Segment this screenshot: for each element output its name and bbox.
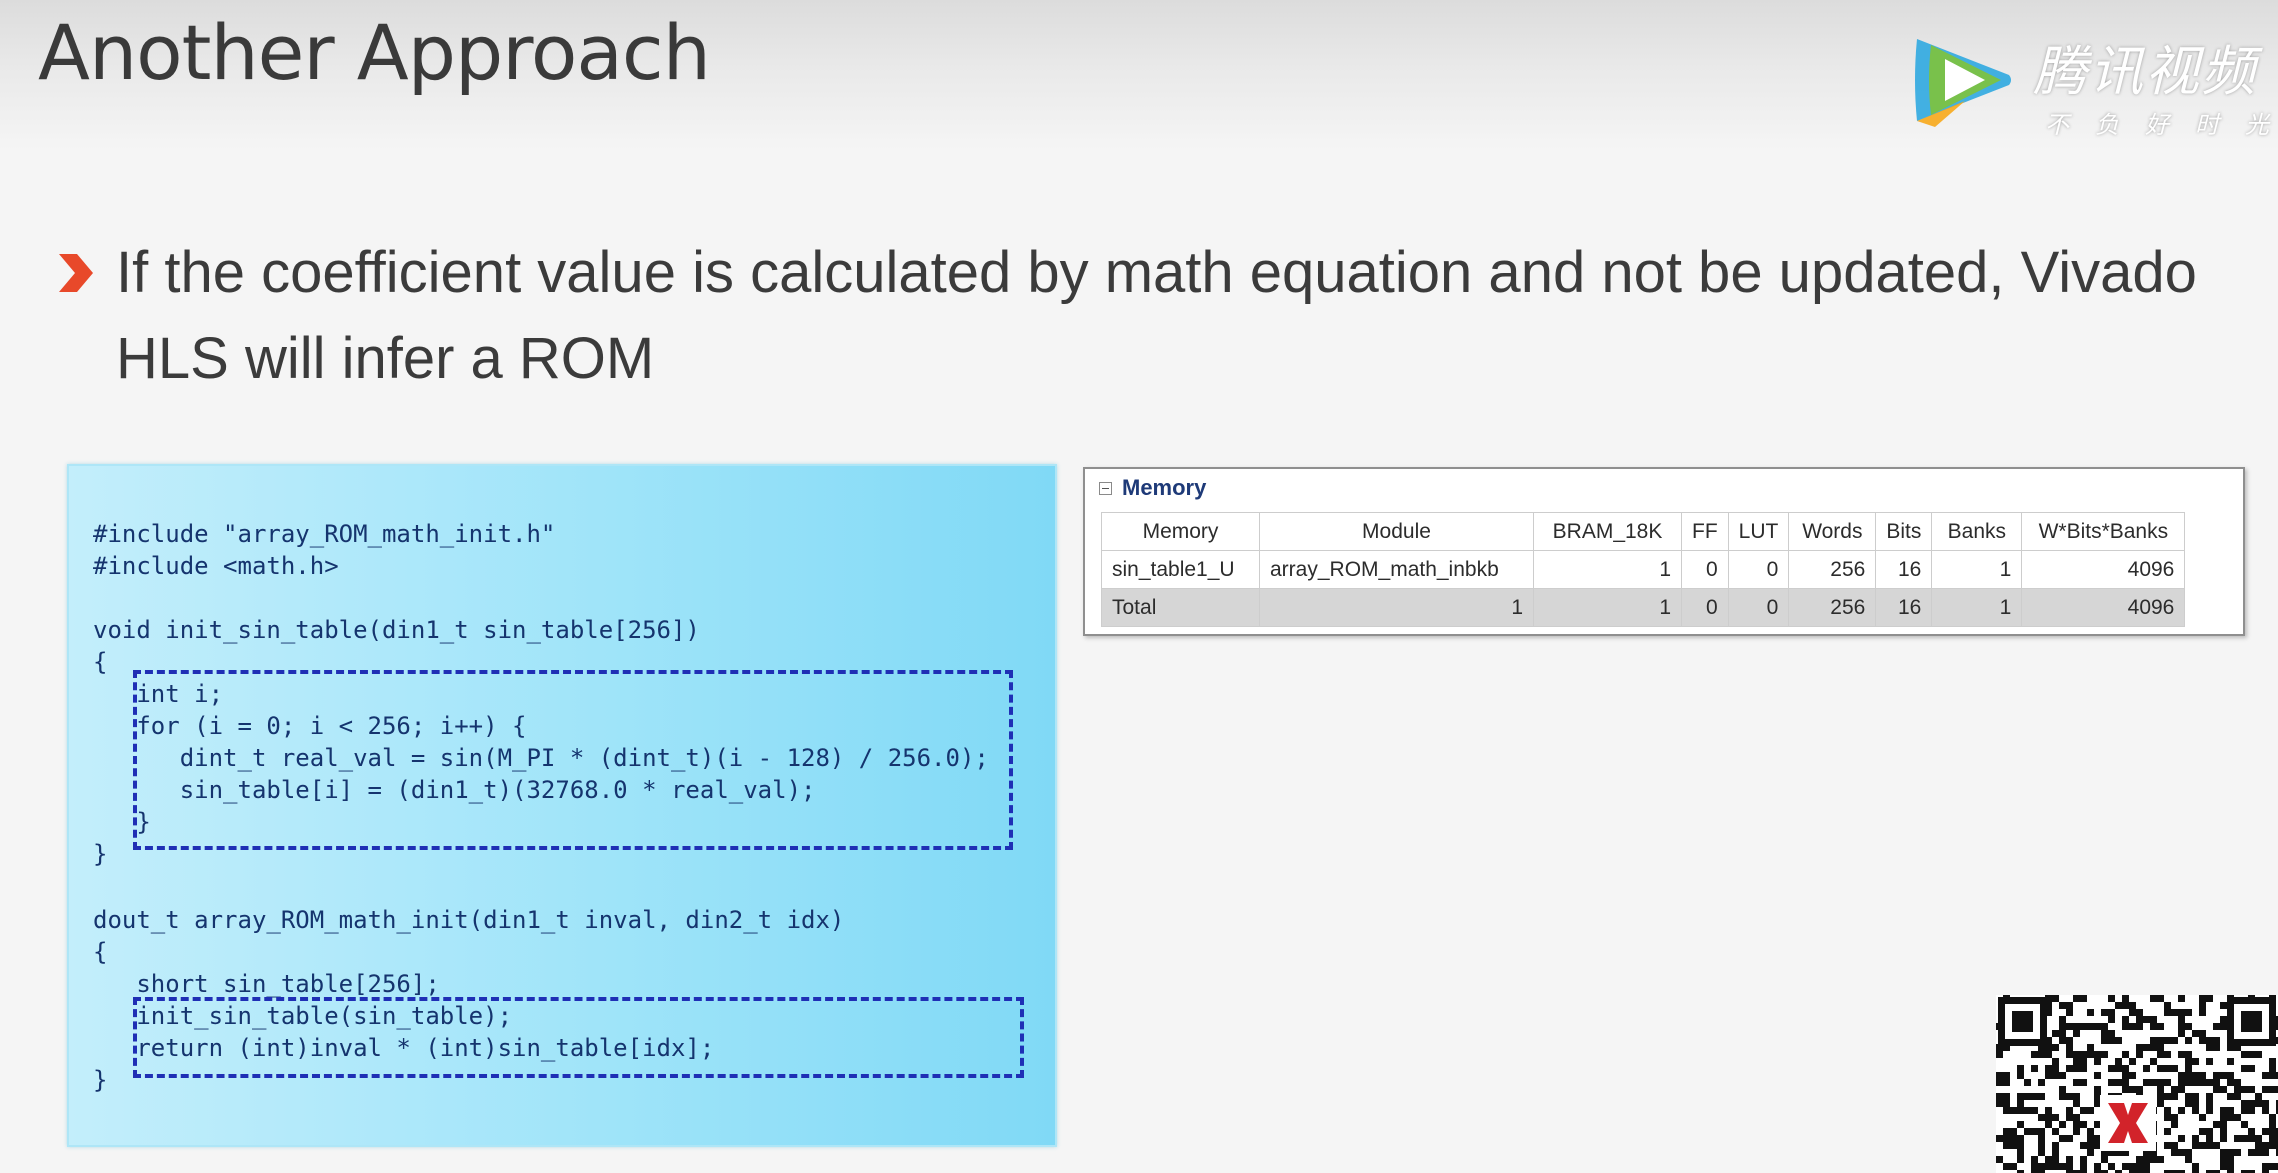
code-line: #include <math.h> bbox=[93, 552, 339, 580]
table-cell: 4096 bbox=[2021, 588, 2186, 627]
table-cell: 256 bbox=[1788, 588, 1877, 627]
column-header: Module bbox=[1259, 512, 1534, 551]
column-header: LUT bbox=[1727, 512, 1790, 551]
column-header: FF bbox=[1681, 512, 1729, 551]
table-cell: array_ROM_math_inbkb bbox=[1259, 550, 1534, 589]
code-line: #include "array_ROM_math_init.h" bbox=[93, 520, 556, 548]
watermark-name: 腾讯视频 bbox=[2033, 40, 2257, 103]
code-line: { bbox=[93, 648, 108, 676]
code-line: } bbox=[93, 1066, 108, 1094]
table-cell: 1 bbox=[1931, 588, 2023, 627]
table-cell: 16 bbox=[1875, 550, 1933, 589]
column-header: Banks bbox=[1931, 512, 2023, 551]
table-cell: sin_table1_U bbox=[1101, 550, 1260, 589]
table-total-row: Total 1 1 0 0 256 16 1 4096 bbox=[1101, 588, 2186, 627]
watermark-logo: 腾讯视频 不负好时光 bbox=[1905, 25, 2278, 145]
table-cell: 1 bbox=[1259, 588, 1534, 627]
code-line: short sin_table[256]; bbox=[93, 970, 440, 998]
qr-code bbox=[1996, 995, 2278, 1173]
highlight-box-loop bbox=[133, 670, 1013, 850]
collapse-icon[interactable] bbox=[1099, 481, 1112, 495]
code-line: void init_sin_table(din1_t sin_table[256… bbox=[93, 616, 700, 644]
table-cell: 256 bbox=[1788, 550, 1877, 589]
table-cell: 0 bbox=[1727, 588, 1790, 627]
memory-section-title: Memory bbox=[1122, 475, 1207, 500]
memory-section-header[interactable]: Memory bbox=[1099, 475, 1206, 501]
video-play-icon bbox=[1915, 39, 2011, 127]
memory-table: Memory Module BRAM_18K FF LUT Words Bits… bbox=[1101, 512, 2186, 627]
table-cell: 1 bbox=[1931, 550, 2023, 589]
table-cell: 1 bbox=[1533, 550, 1682, 589]
column-header: Words bbox=[1788, 512, 1877, 551]
table-cell: 4096 bbox=[2021, 550, 2186, 589]
code-line: } bbox=[93, 840, 108, 868]
table-cell: 0 bbox=[1727, 550, 1790, 589]
table-cell: 0 bbox=[1681, 588, 1729, 627]
column-header: Memory bbox=[1101, 512, 1260, 551]
table-header-row: Memory Module BRAM_18K FF LUT Words Bits… bbox=[1101, 512, 2186, 551]
table-cell: 0 bbox=[1681, 550, 1729, 589]
highlight-box-return bbox=[133, 997, 1024, 1078]
chevron-right-icon bbox=[59, 254, 93, 292]
memory-report-panel: Memory Memory Module BRAM_18K FF LUT Wor… bbox=[1083, 467, 2245, 636]
column-header: W*Bits*Banks bbox=[2021, 512, 2186, 551]
qr-code-image bbox=[1996, 995, 2278, 1173]
table-cell: 16 bbox=[1875, 588, 1933, 627]
watermark-slogan: 不负好时光 bbox=[2045, 111, 2278, 139]
table-cell: 1 bbox=[1533, 588, 1682, 627]
column-header: Bits bbox=[1875, 512, 1933, 551]
table-row: sin_table1_U array_ROM_math_inbkb 1 0 0 … bbox=[1101, 550, 2186, 589]
code-line: { bbox=[93, 938, 108, 966]
bullet-text: If the coefficient value is calculated b… bbox=[116, 240, 2197, 391]
code-line: dout_t array_ROM_math_init(din1_t inval,… bbox=[93, 906, 845, 934]
column-header: BRAM_18K bbox=[1533, 512, 1682, 551]
slide-title: Another Approach bbox=[38, 8, 711, 97]
table-cell: Total bbox=[1101, 588, 1260, 627]
